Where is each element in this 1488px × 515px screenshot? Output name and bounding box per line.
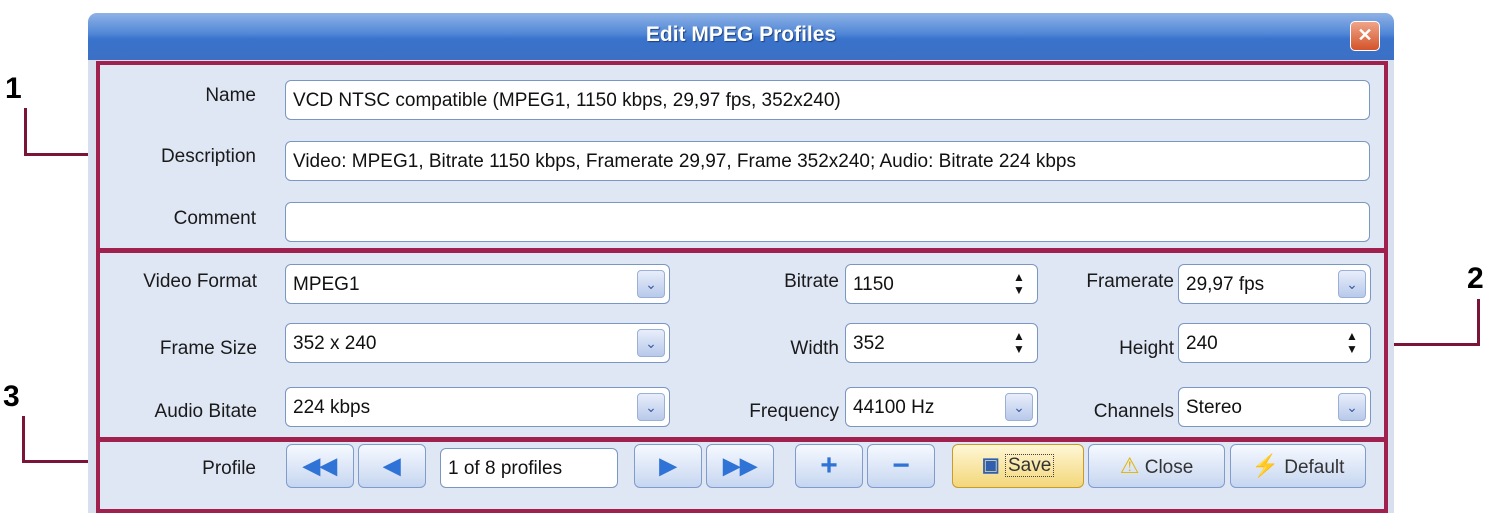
frame-size-value: 352 x 240 — [293, 333, 377, 354]
height-stepper[interactable]: 240 ▲ ▼ — [1178, 323, 1371, 363]
plus-icon: + — [820, 449, 838, 482]
remove-profile-button[interactable]: − — [867, 444, 935, 488]
close-icon: ✕ — [1357, 25, 1373, 45]
callout-number-3: 3 — [3, 380, 20, 413]
chevron-down-icon[interactable]: ⌄ — [637, 270, 665, 298]
height-value: 240 — [1186, 333, 1218, 354]
video-format-value: MPEG1 — [293, 274, 360, 295]
video-format-label: Video Format — [143, 271, 257, 292]
chevron-down-icon[interactable]: ⌄ — [637, 393, 665, 421]
frequency-value: 44100 Hz — [853, 397, 935, 418]
double-right-arrow-icon: ▶▶ — [723, 453, 757, 478]
chevron-down-icon[interactable]: ⌄ — [1338, 393, 1366, 421]
framerate-select[interactable]: 29,97 fps ⌄ — [1178, 264, 1371, 304]
height-label: Height — [1119, 338, 1174, 359]
channels-select[interactable]: Stereo ⌄ — [1178, 387, 1371, 427]
frame-size-label: Frame Size — [159, 338, 257, 359]
callout-number-2: 2 — [1467, 262, 1484, 295]
spin-arrows-icon[interactable]: ▲ ▼ — [1011, 330, 1027, 358]
audio-bitate-value: 224 kbps — [293, 397, 371, 418]
next-profile-button[interactable]: ▶ — [634, 444, 702, 488]
channels-label: Channels — [1093, 401, 1174, 422]
description-field[interactable]: Video: MPEG1, Bitrate 1150 kbps, Framera… — [285, 141, 1370, 181]
save-label: Save — [1004, 454, 1055, 477]
spin-arrows-icon[interactable]: ▲ ▼ — [1011, 271, 1027, 299]
right-arrow-icon: ▶ — [659, 453, 677, 478]
name-label: Name — [205, 85, 256, 106]
framerate-label: Framerate — [1086, 271, 1174, 292]
default-button[interactable]: ⚡ Default — [1230, 444, 1366, 488]
last-profile-button[interactable]: ▶▶ — [706, 444, 774, 488]
save-button[interactable]: ▣ Save — [952, 444, 1084, 488]
name-field[interactable]: VCD NTSC compatible (MPEG1, 1150 kbps, 2… — [285, 80, 1370, 120]
previous-profile-button[interactable]: ◀ — [358, 444, 426, 488]
width-stepper[interactable]: 352 ▲ ▼ — [845, 323, 1038, 363]
width-value: 352 — [853, 333, 885, 354]
add-profile-button[interactable]: + — [795, 444, 863, 488]
frame-size-select[interactable]: 352 x 240 ⌄ — [285, 323, 670, 363]
profile-counter: 1 of 8 profiles — [440, 448, 618, 488]
callout-1-leader-horizontal — [24, 153, 96, 156]
chevron-down-icon[interactable]: ⌄ — [1005, 393, 1033, 421]
frequency-select[interactable]: 44100 Hz ⌄ — [845, 387, 1038, 427]
close-window-button[interactable]: ✕ — [1350, 21, 1380, 51]
lightning-icon: ⚡ — [1251, 453, 1279, 478]
default-label: Default — [1284, 457, 1345, 478]
callout-3-leader-horizontal — [22, 460, 96, 463]
video-format-select[interactable]: MPEG1 ⌄ — [285, 264, 670, 304]
callout-2-leader-horizontal — [1386, 343, 1480, 346]
description-label: Description — [160, 146, 256, 167]
framerate-value: 29,97 fps — [1186, 274, 1265, 295]
comment-label: Comment — [173, 208, 256, 229]
callout-3-leader — [22, 416, 25, 463]
title-bar[interactable]: Edit MPEG Profiles ✕ — [88, 13, 1394, 60]
window-title: Edit MPEG Profiles — [645, 23, 837, 46]
chevron-down-icon[interactable]: ⌄ — [637, 329, 665, 357]
frequency-label: Frequency — [749, 401, 839, 422]
warning-icon: ⚠ — [1119, 453, 1140, 478]
comment-field[interactable] — [285, 202, 1370, 242]
spin-arrows-icon[interactable]: ▲ ▼ — [1344, 330, 1360, 358]
bitrate-stepper[interactable]: 1150 ▲ ▼ — [845, 264, 1038, 304]
width-label: Width — [790, 338, 839, 359]
bitrate-value: 1150 — [853, 274, 894, 295]
first-profile-button[interactable]: ◀◀ — [286, 444, 354, 488]
callout-number-1: 1 — [5, 72, 22, 105]
audio-bitate-select[interactable]: 224 kbps ⌄ — [285, 387, 670, 427]
callout-1-leader — [24, 108, 27, 156]
minus-icon: − — [892, 449, 910, 482]
double-left-arrow-icon: ◀◀ — [303, 453, 337, 478]
close-label: Close — [1144, 457, 1194, 478]
chevron-down-icon[interactable]: ⌄ — [1338, 270, 1366, 298]
close-button[interactable]: ⚠ Close — [1088, 444, 1225, 488]
profile-label: Profile — [202, 458, 256, 479]
left-arrow-icon: ◀ — [383, 453, 401, 478]
audio-bitate-label: Audio Bitate — [154, 401, 257, 422]
channels-value: Stereo — [1186, 397, 1242, 418]
bitrate-label: Bitrate — [784, 271, 839, 292]
save-icon: ▣ — [981, 455, 1000, 476]
callout-2-leader — [1477, 299, 1480, 346]
